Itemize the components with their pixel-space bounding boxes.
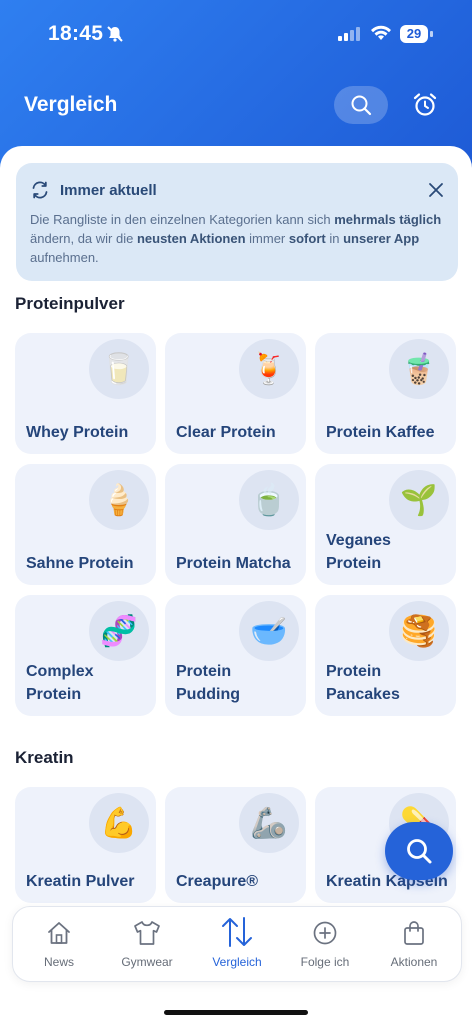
category-tile[interactable]: 🌱 Veganes Protein [315,464,456,585]
category-icon-circle: 🍵 [239,470,299,530]
nav-item-gymwear[interactable]: Gymwear [103,907,191,981]
category-icon-circle: 🍦 [89,470,149,530]
pancakes-icon: 🥞 [400,614,438,648]
info-text-part: aufnehmen. [30,250,99,265]
nav-item-news[interactable]: News [15,907,103,981]
search-icon [407,839,432,864]
seedling-icon: 🌱 [400,483,438,517]
nav-label: Folge ich [300,955,350,969]
nav-label: Vergleich [212,955,262,969]
dna-icon: 🧬 [100,614,138,648]
category-label: Veganes Protein [326,532,391,572]
wifi-icon [370,25,392,46]
info-text-part: ändern, da wir die [30,231,137,246]
category-icon-circle: 🥞 [389,601,449,661]
info-text-emphasis: neusten Aktionen [136,231,246,246]
nav-item-folge-ich[interactable]: Folge ich [281,907,369,981]
info-text: Die Rangliste in den einzelnen Kategorie… [30,210,442,267]
category-label: Protein Pancakes [326,663,400,703]
category-icon-circle: 🧬 [89,601,149,661]
section-title-proteinpulver: Proteinpulver [15,294,125,313]
bubble-tea-icon: 🧋 [400,352,438,386]
category-tile[interactable]: 💪 Kreatin Pulver [15,787,156,903]
category-label: Protein Pudding [176,663,240,703]
nav-label: Gymwear [121,955,173,969]
info-text-part: immer [245,231,289,246]
tropical-drink-icon: 🍹 [250,352,288,386]
category-tile[interactable]: 🥞 Protein Pancakes [315,595,456,716]
floating-search-button[interactable] [385,822,453,880]
battery-level: 29 [400,25,428,43]
cellular-signal-icon [338,27,362,46]
category-tile[interactable]: 🧋 Protein Kaffee [315,333,456,454]
matcha-tea-icon: 🍵 [250,483,288,517]
nav-item-vergleich[interactable]: Vergleich [193,907,281,981]
category-icon-circle: 🥣 [239,601,299,661]
flexed-biceps-icon: 💪 [100,806,138,840]
shopping-bag-icon [400,919,428,952]
info-text-emphasis: mehrmals täglich [334,212,442,227]
info-text-emphasis: unserer App [343,231,420,246]
category-label: Protein Matcha [176,555,291,572]
status-bar: 18:45 29 [0,0,472,70]
bowl-with-spoon-icon: 🥣 [250,614,288,648]
alarm-clock-icon [413,93,437,116]
mechanical-arm-icon: 🦾 [250,806,288,840]
soft-ice-cream-icon: 🍦 [100,483,138,517]
bell-muted-icon [106,25,124,48]
category-tile[interactable]: 🧬 Complex Protein [15,595,156,716]
info-text-part: Die Rangliste in den einzelnen Kategorie… [30,212,335,227]
battery-tip [430,31,433,37]
category-icon-circle: 🍹 [239,339,299,399]
category-label: Clear Protein [176,424,276,441]
alarm-button[interactable] [408,88,442,122]
category-label: Complex Protein [26,663,94,703]
section-title-kreatin: Kreatin [15,748,74,767]
category-tile[interactable]: 🥛 Whey Protein [15,333,156,454]
nav-label: Aktionen [390,955,438,969]
home-indicator [164,1010,308,1015]
nav-label: News [43,955,74,969]
category-label: Sahne Protein [26,555,134,572]
compare-arrows-icon [219,916,255,953]
info-text-emphasis: sofort [288,231,326,246]
category-label: Whey Protein [26,424,129,441]
category-tile[interactable]: 🦾 Creapure® [165,787,306,903]
category-tile[interactable]: 🍦 Sahne Protein [15,464,156,585]
info-text-part: in [325,231,344,246]
category-tile[interactable]: 🥣 Protein Pudding [165,595,306,716]
category-icon-circle: 🥛 [89,339,149,399]
info-banner: Immer aktuell Die Rangliste in den einze… [16,163,458,281]
nav-item-aktionen[interactable]: Aktionen [370,907,458,981]
category-tile[interactable]: 🍹 Clear Protein [165,333,306,454]
category-label: Creapure® [176,873,259,890]
header-search-button[interactable] [334,86,388,124]
category-icon-circle: 💪 [89,793,149,853]
category-tile[interactable]: 🍵 Protein Matcha [165,464,306,585]
category-icon-circle: 🦾 [239,793,299,853]
page-title: Vergleich [24,93,118,116]
category-icon-circle: 🌱 [389,470,449,530]
category-icon-circle: 🧋 [389,339,449,399]
home-icon [45,919,73,952]
tshirt-icon [132,919,162,952]
status-time: 18:45 [48,22,104,45]
refresh-icon [30,180,50,205]
info-title: Immer aktuell [60,182,157,199]
close-icon[interactable] [428,182,444,203]
plus-circle-icon [311,919,339,952]
search-icon [351,95,372,116]
bottom-navigation: News Gymwear Vergleich Folge ich Aktione… [12,906,462,982]
category-label: Protein Kaffee [326,424,435,441]
milk-glass-icon: 🥛 [100,352,138,386]
category-label: Kreatin Pulver [26,873,135,890]
